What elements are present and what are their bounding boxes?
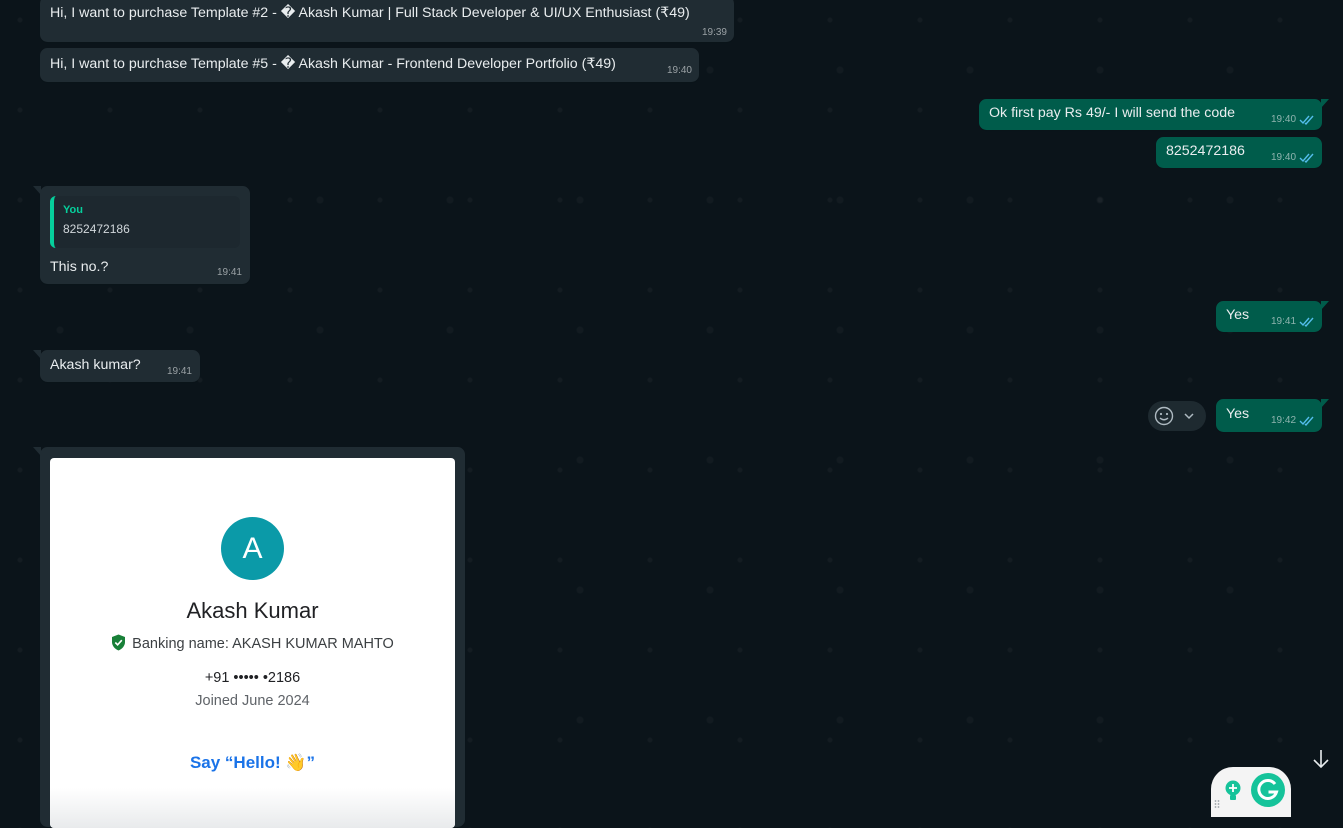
message-text: Akash kumar? xyxy=(50,357,141,373)
message-outgoing[interactable]: Ok first pay Rs 49/- I will send the cod… xyxy=(979,99,1329,130)
message-text: Hi, I want to purchase Template #2 - � A… xyxy=(50,5,690,21)
emoji-smile-icon[interactable] xyxy=(1154,406,1174,426)
banking-name-row: Banking name: AKASH KUMAR MAHTO xyxy=(50,634,455,652)
double-check-icon xyxy=(1299,317,1314,327)
message-text: Hi, I want to purchase Template #5 - � A… xyxy=(50,56,616,72)
image-message[interactable]: A Akash Kumar Banking name: AKASH KUMAR … xyxy=(33,447,465,828)
verified-shield-icon xyxy=(112,634,126,651)
arrow-down-icon[interactable] xyxy=(1308,745,1334,773)
double-check-icon xyxy=(1299,153,1314,163)
message-time: 19:40 xyxy=(1271,152,1297,163)
banking-name: Banking name: AKASH KUMAR MAHTO xyxy=(132,636,394,652)
message-outgoing[interactable]: 8252472186 19:40 xyxy=(1156,137,1322,168)
chat-panel: Hi, I want to purchase Template #2 - � A… xyxy=(0,0,1343,828)
message-time: 19:41 xyxy=(1271,316,1297,327)
quote-text: 8252472186 xyxy=(63,222,130,236)
message-text: Yes xyxy=(1226,307,1250,323)
message-incoming[interactable]: Hi, I want to purchase Template #5 - � A… xyxy=(40,48,699,82)
message-outgoing[interactable]: Yes 19:42 xyxy=(1216,399,1329,432)
message-text: Ok first pay Rs 49/- I will send the cod… xyxy=(989,105,1236,121)
double-check-icon xyxy=(1299,115,1314,125)
quote-author: You xyxy=(63,204,83,216)
profile-name: Akash Kumar xyxy=(186,598,319,623)
grammarly-widget[interactable] xyxy=(1211,767,1291,817)
message-text: This no.? xyxy=(50,259,109,275)
joined-date: Joined June 2024 xyxy=(195,693,310,709)
message-text: 8252472186 xyxy=(1166,143,1245,159)
message-time: 19:41 xyxy=(216,267,242,278)
grammarly-icon[interactable] xyxy=(1251,773,1285,807)
chevron-down-icon[interactable] xyxy=(1183,410,1195,422)
double-check-icon xyxy=(1299,416,1314,426)
message-time: 19:39 xyxy=(701,27,727,38)
message-time: 19:41 xyxy=(166,366,192,377)
message-incoming[interactable]: Hi, I want to purchase Template #2 - � A… xyxy=(40,0,734,42)
message-time: 19:42 xyxy=(1271,415,1297,426)
lightbulb-icon[interactable] xyxy=(1223,779,1243,803)
payment-profile-screenshot[interactable]: A Akash Kumar Banking name: AKASH KUMAR … xyxy=(50,458,455,828)
message-time: 19:40 xyxy=(1271,114,1297,125)
masked-phone: +91 ••••• •2186 xyxy=(204,670,301,686)
message-outgoing[interactable]: Yes 19:41 xyxy=(1216,301,1329,332)
say-hello-link: Say “Hello! 👋” xyxy=(189,753,316,772)
message-text: Yes xyxy=(1226,406,1250,422)
message-incoming-reply[interactable]: You 8252472186 This no.? 19:41 xyxy=(33,186,250,284)
message-time: 19:40 xyxy=(666,65,692,76)
image-bottom-fade xyxy=(50,788,455,828)
quoted-message[interactable]: You 8252472186 xyxy=(50,196,240,248)
message-actions[interactable] xyxy=(1148,401,1206,431)
avatar: A xyxy=(221,517,284,580)
message-incoming[interactable]: Akash kumar? 19:41 xyxy=(33,350,200,382)
